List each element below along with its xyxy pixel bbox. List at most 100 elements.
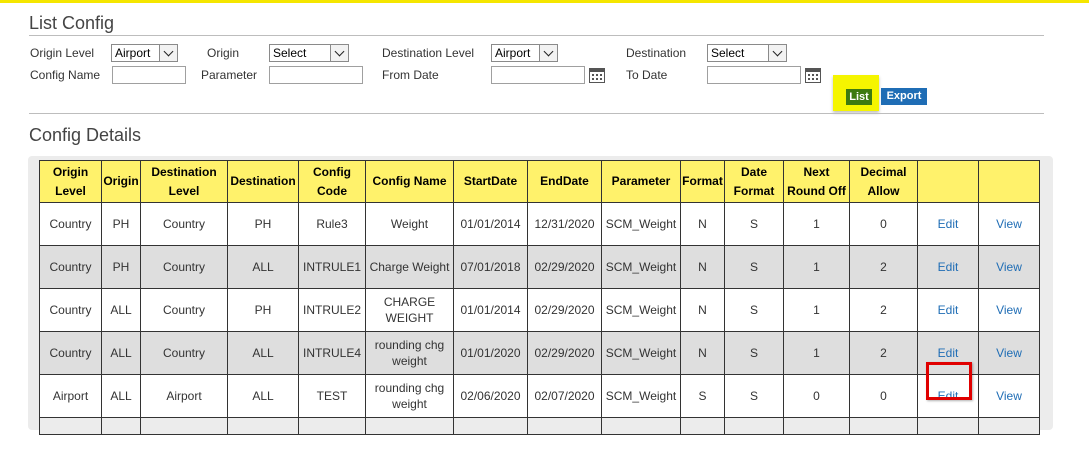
column-header bbox=[978, 160, 1040, 203]
column-header: Next Round Off bbox=[783, 160, 850, 203]
table-row: Country PH Country PH Rule3 Weight 01/01… bbox=[39, 202, 1040, 246]
column-header bbox=[917, 160, 979, 203]
format-cell: N bbox=[680, 202, 725, 246]
origin-cell: ALL bbox=[101, 374, 141, 418]
empty-table-row bbox=[39, 417, 1040, 435]
origin-label: Origin bbox=[207, 46, 240, 60]
config-name-cell: rounding chg weight bbox=[365, 374, 454, 418]
view-link[interactable]: View bbox=[996, 303, 1022, 317]
decimal-allow-cell: 2 bbox=[849, 331, 918, 375]
column-header: Origin bbox=[101, 160, 141, 203]
view-link[interactable]: View bbox=[996, 346, 1022, 360]
config-details-title: Config Details bbox=[29, 125, 142, 145]
end-date-cell: 02/29/2020 bbox=[527, 331, 602, 375]
divider bbox=[29, 113, 1044, 114]
next-round-off-cell: 1 bbox=[783, 202, 850, 246]
edit-link[interactable]: Edit bbox=[938, 346, 959, 360]
column-header: Config Code bbox=[298, 160, 366, 203]
to-date-input[interactable] bbox=[707, 66, 801, 84]
column-header: StartDate bbox=[453, 160, 528, 203]
date-format-cell: S bbox=[724, 331, 784, 375]
format-cell: N bbox=[680, 331, 725, 375]
start-date-cell: 01/01/2020 bbox=[453, 331, 528, 375]
edit-highlight-box bbox=[926, 362, 972, 400]
view-link[interactable]: View bbox=[996, 260, 1022, 274]
format-cell: N bbox=[680, 288, 725, 332]
origin-level-cell: Country bbox=[39, 202, 102, 246]
destination-level-cell: Country bbox=[140, 331, 228, 375]
origin-level-select[interactable]: Airport bbox=[111, 44, 178, 62]
date-format-cell: S bbox=[724, 374, 784, 418]
edit-link[interactable]: Edit bbox=[938, 217, 959, 231]
config-name-input[interactable] bbox=[112, 66, 186, 84]
end-date-cell: 12/31/2020 bbox=[527, 202, 602, 246]
parameter-input[interactable] bbox=[269, 66, 363, 84]
calendar-icon[interactable] bbox=[589, 68, 605, 83]
view-link[interactable]: View bbox=[996, 389, 1022, 403]
origin-level-label: Origin Level bbox=[30, 46, 95, 60]
origin-level-cell: Country bbox=[39, 288, 102, 332]
table-row: Country PH Country ALL INTRULE1 Charge W… bbox=[39, 245, 1040, 289]
destination-level-select[interactable]: Airport bbox=[491, 44, 558, 62]
column-header: Format bbox=[680, 160, 725, 203]
export-button[interactable]: Export bbox=[881, 88, 927, 105]
next-round-off-cell: 0 bbox=[783, 374, 850, 418]
calendar-icon[interactable] bbox=[805, 68, 821, 83]
config-code-cell: Rule3 bbox=[298, 202, 366, 246]
origin-level-cell: Country bbox=[39, 331, 102, 375]
chevron-down-icon bbox=[330, 45, 348, 61]
origin-select[interactable]: Select bbox=[269, 44, 349, 62]
date-format-cell: S bbox=[724, 202, 784, 246]
top-accent-bar bbox=[0, 0, 1089, 3]
config-code-cell: INTRULE1 bbox=[298, 245, 366, 289]
config-name-cell: Charge Weight bbox=[365, 245, 454, 289]
destination-value: Select bbox=[711, 46, 745, 60]
view-link[interactable]: View bbox=[996, 217, 1022, 231]
edit-link[interactable]: Edit bbox=[938, 303, 959, 317]
parameter-label: Parameter bbox=[201, 68, 258, 82]
destination-select[interactable]: Select bbox=[707, 44, 787, 62]
list-button[interactable]: List bbox=[846, 89, 872, 105]
column-header: Destination bbox=[227, 160, 299, 203]
table-row: Country ALL Country PH INTRULE2 CHARGE W… bbox=[39, 288, 1040, 332]
column-header: Decimal Allow bbox=[849, 160, 918, 203]
destination-level-label: Destination Level bbox=[382, 46, 475, 60]
chevron-down-icon bbox=[539, 45, 557, 61]
config-code-cell: TEST bbox=[298, 374, 366, 418]
column-header: Config Name bbox=[365, 160, 454, 203]
column-header: Origin Level bbox=[39, 160, 102, 203]
origin-level-cell: Airport bbox=[39, 374, 102, 418]
column-header: EndDate bbox=[527, 160, 602, 203]
origin-cell: PH bbox=[101, 245, 141, 289]
parameter-cell: SCM_Weight bbox=[601, 245, 681, 289]
config-code-cell: INTRULE2 bbox=[298, 288, 366, 332]
parameter-cell: SCM_Weight bbox=[601, 374, 681, 418]
decimal-allow-cell: 0 bbox=[849, 202, 918, 246]
end-date-cell: 02/07/2020 bbox=[527, 374, 602, 418]
column-header: Parameter bbox=[601, 160, 681, 203]
next-round-off-cell: 1 bbox=[783, 245, 850, 289]
chevron-down-icon bbox=[159, 45, 177, 61]
date-format-cell: S bbox=[724, 288, 784, 332]
destination-level-cell: Country bbox=[140, 245, 228, 289]
origin-level-cell: Country bbox=[39, 245, 102, 289]
destination-level-cell: Country bbox=[140, 288, 228, 332]
destination-cell: PH bbox=[227, 202, 299, 246]
destination-level-value: Airport bbox=[495, 46, 531, 60]
from-date-input[interactable] bbox=[491, 66, 585, 84]
config-name-cell: Weight bbox=[365, 202, 454, 246]
edit-link[interactable]: Edit bbox=[938, 260, 959, 274]
chevron-down-icon bbox=[768, 45, 786, 61]
decimal-allow-cell: 2 bbox=[849, 288, 918, 332]
origin-cell: ALL bbox=[101, 288, 141, 332]
start-date-cell: 01/01/2014 bbox=[453, 202, 528, 246]
from-date-label: From Date bbox=[382, 68, 439, 82]
next-round-off-cell: 1 bbox=[783, 288, 850, 332]
decimal-allow-cell: 2 bbox=[849, 245, 918, 289]
format-cell: S bbox=[680, 374, 725, 418]
parameter-cell: SCM_Weight bbox=[601, 288, 681, 332]
start-date-cell: 02/06/2020 bbox=[453, 374, 528, 418]
config-name-cell: rounding chg weight bbox=[365, 331, 454, 375]
origin-level-value: Airport bbox=[115, 46, 151, 60]
column-header: Date Format bbox=[724, 160, 784, 203]
